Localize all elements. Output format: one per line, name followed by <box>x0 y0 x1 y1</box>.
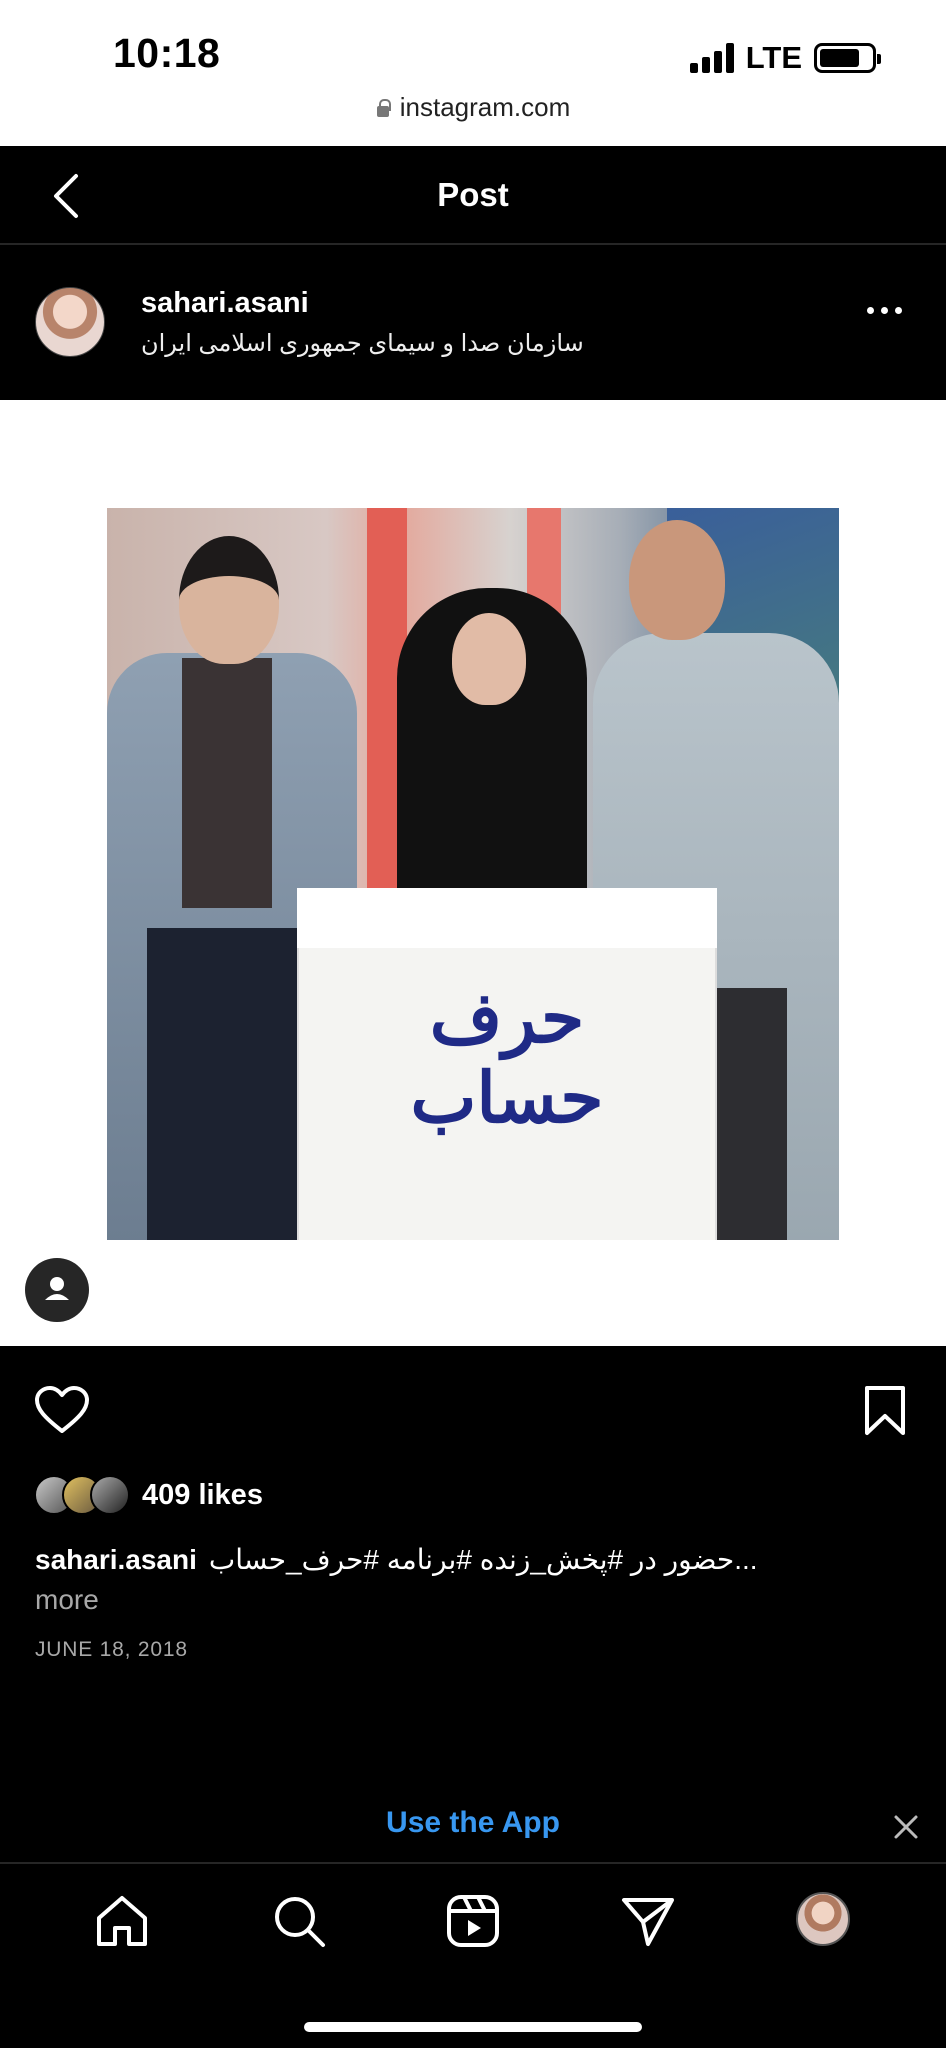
more-options-icon[interactable] <box>867 307 902 314</box>
home-icon[interactable] <box>93 1892 151 1950</box>
caption-more-link[interactable]: more <box>35 1580 915 1620</box>
shirt-left <box>182 658 272 908</box>
post-photo: حرف حساب <box>107 508 839 1240</box>
heart-icon[interactable] <box>34 1385 90 1435</box>
user-avatar[interactable] <box>35 287 105 357</box>
signal-icon <box>689 43 734 73</box>
post-header: sahari.asani سازمان صدا و سیمای جمهوری ا… <box>0 247 946 400</box>
page-title: Post <box>437 176 509 213</box>
status-indicators: LTE <box>689 40 881 76</box>
bottom-tab-bar <box>0 1862 946 2048</box>
post-location[interactable]: سازمان صدا و سیمای جمهوری اسلامی ایران <box>141 329 584 358</box>
url-bar[interactable]: instagram.com <box>0 92 946 123</box>
browser-chrome: 10:18 LTE instagram.com <box>0 0 946 146</box>
caption-text: حضور در #پخش_زنده #برنامه #حرف_حساب... <box>208 1544 758 1575</box>
head-left <box>179 536 279 664</box>
profile-avatar-tab[interactable] <box>796 1892 850 1946</box>
liker-avatar <box>90 1475 130 1515</box>
url-text: instagram.com <box>399 92 571 122</box>
likes-row[interactable]: 409 likes <box>34 1475 263 1515</box>
caption-username[interactable]: sahari.asani <box>35 1544 197 1575</box>
network-label: LTE <box>745 40 802 75</box>
lock-icon <box>376 98 391 117</box>
desk-top <box>297 888 717 948</box>
trousers-left <box>147 928 307 1240</box>
head-center <box>452 613 526 705</box>
close-icon[interactable] <box>891 1812 921 1842</box>
battery-icon <box>814 43 881 73</box>
post-date: JUNE 18, 2018 <box>35 1638 188 1661</box>
head-right <box>629 520 725 640</box>
tag-user-icon[interactable] <box>25 1258 89 1322</box>
post-media[interactable]: حرف حساب <box>0 400 946 1346</box>
post-username[interactable]: sahari.asani <box>141 287 309 320</box>
desk-logo-text: حرف حساب <box>410 976 604 1139</box>
post-caption: sahari.asani حضور در #پخش_زنده #برنامه #ح… <box>35 1540 915 1620</box>
reels-icon[interactable] <box>444 1892 502 1950</box>
post-nav-header: Post <box>0 146 946 245</box>
home-indicator <box>304 2022 642 2032</box>
status-time: 10:18 <box>113 30 221 76</box>
likes-count[interactable]: 409 likes <box>142 1479 263 1512</box>
use-the-app-link[interactable]: Use the App <box>0 1806 946 1840</box>
bookmark-icon[interactable] <box>862 1385 908 1437</box>
direct-message-icon[interactable] <box>619 1892 677 1950</box>
search-icon[interactable] <box>270 1892 328 1950</box>
